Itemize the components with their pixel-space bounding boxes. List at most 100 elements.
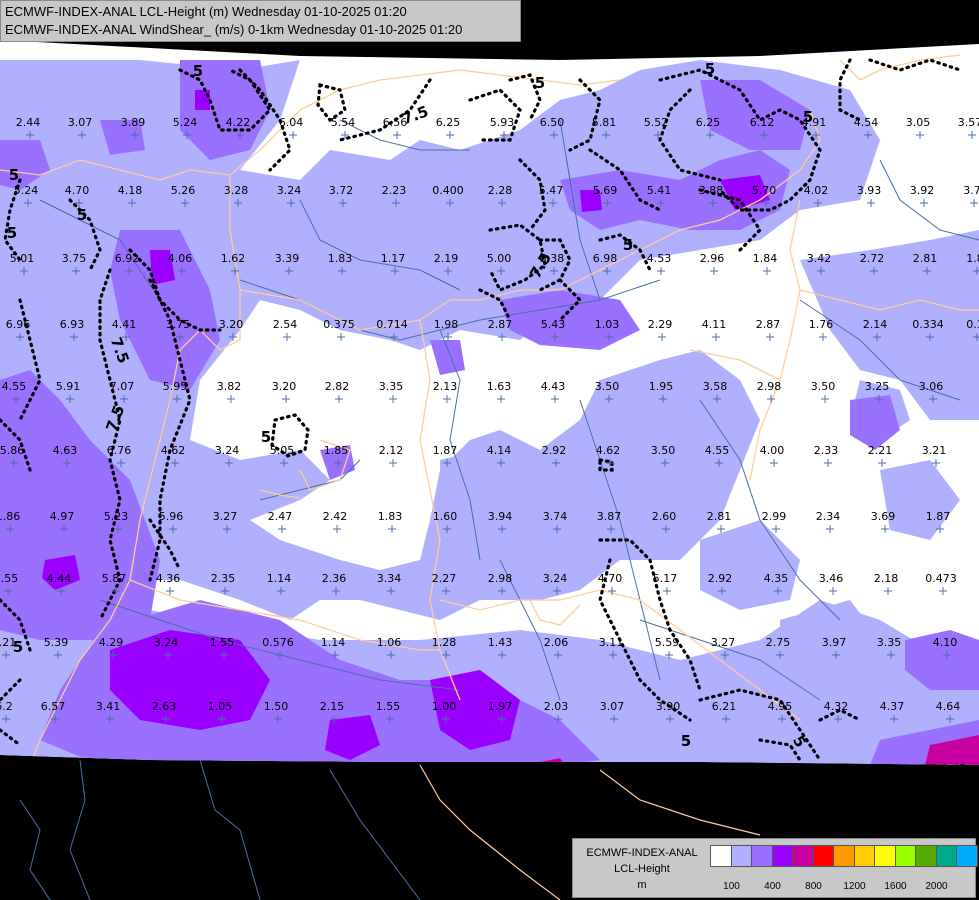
windshear-value-label: 5.43 (541, 318, 566, 331)
windshear-value-label: 4.14 (487, 444, 512, 457)
windshear-value-label: 2.27 (432, 572, 457, 585)
windshear-value-label: 0.334 (912, 318, 944, 331)
windshear-value-label: 4.53 (647, 252, 672, 265)
windshear-value-label: 6.93 (60, 318, 85, 331)
windshear-value-label: 2.14 (863, 318, 888, 331)
windshear-value-label: 0.576 (262, 636, 294, 649)
windshear-value-label: 5.91 (56, 380, 81, 393)
legend-swatch (730, 845, 753, 867)
contour-label: 5 (193, 62, 203, 80)
windshear-value-label: 2.44 (16, 116, 41, 129)
windshear-value-label: 3.24 (543, 572, 568, 585)
windshear-value-label: 5.01 (10, 252, 35, 265)
windshear-value-label: 1.05 (208, 700, 233, 713)
windshear-value-label: 2.96 (700, 252, 725, 265)
windshear-value-label: 3.35 (877, 636, 902, 649)
windshear-value-label: 3.90 (656, 700, 681, 713)
windshear-value-label: 5.41 (647, 184, 672, 197)
windshear-value-label: 5.24 (173, 116, 198, 129)
windshear-value-label: 4.70 (598, 572, 623, 585)
windshear-value-label: 3.34 (377, 572, 402, 585)
windshear-value-label: 1.95 (649, 380, 674, 393)
windshear-value-label: 3.42 (807, 252, 832, 265)
windshear-value-label: 0.400 (432, 184, 464, 197)
windshear-value-label: 3.05 (906, 116, 931, 129)
windshear-value-label: 1.83 (328, 252, 353, 265)
windshear-value-label: 2.29 (648, 318, 673, 331)
windshear-value-label: 4.32 (824, 700, 849, 713)
windshear-value-label: 4.64 (936, 700, 961, 713)
windshear-value-label: 4.55 (2, 380, 27, 393)
windshear-value-label: 2.63 (152, 700, 177, 713)
windshear-value-label: 1.55 (376, 700, 401, 713)
windshear-value-label: 3.24 (277, 184, 302, 197)
windshear-value-label: 2.21 (868, 444, 893, 457)
windshear-value-label: 4.06 (168, 252, 193, 265)
windshear-value-label: 1.00 (432, 700, 457, 713)
windshear-value-label: 4.22 (226, 116, 251, 129)
windshear-value-label: 2.19 (434, 252, 459, 265)
contour-label: 5 (77, 206, 87, 224)
windshear-value-label: 6.57 (41, 700, 66, 713)
windshear-value-label: 1.8 (966, 252, 979, 265)
legend-tick-label: 800 (805, 881, 822, 892)
windshear-value-label: 4.41 (112, 318, 137, 331)
legend-swatch (915, 845, 937, 867)
windshear-value-label: 3.89 (121, 116, 146, 129)
windshear-value-label: 1.43 (488, 636, 513, 649)
windshear-value-label: 1.28 (432, 636, 457, 649)
legend-swatch (751, 845, 773, 867)
windshear-value-label: 3.41 (96, 700, 121, 713)
windshear-value-label: 3.57 (958, 116, 979, 129)
windshear-value-label: 5.59 (655, 636, 680, 649)
windshear-value-label: 5.81 (592, 116, 617, 129)
windshear-value-label: 0.375 (323, 318, 355, 331)
windshear-value-label: 1.76 (809, 318, 834, 331)
windshear-value-label: 3.58 (703, 380, 728, 393)
windshear-value-label: 5.39 (44, 636, 69, 649)
contour-label: 5 (803, 108, 813, 126)
header-line-windshear: ECMWF-INDEX-ANAL WindShear_ (m/s) 0-1km … (5, 22, 463, 37)
legend-swatch (874, 845, 896, 867)
windshear-value-label: 3.46 (819, 572, 844, 585)
windshear-value-label: 3.07 (68, 116, 93, 129)
windshear-value-label: 5.69 (593, 184, 618, 197)
windshear-value-label: 5.23 (104, 510, 129, 523)
windshear-value-label: 2.92 (708, 572, 733, 585)
legend-swatch (833, 845, 855, 867)
windshear-value-label: 3.82 (217, 380, 242, 393)
windshear-value-label: 3.20 (272, 380, 297, 393)
windshear-value-label: 2.87 (756, 318, 781, 331)
windshear-value-label: 4.36 (156, 572, 181, 585)
windshear-value-label: 2.18 (874, 572, 899, 585)
windshear-value-label: 3.24 (154, 636, 179, 649)
windshear-value-label: 4.37 (880, 700, 905, 713)
windshear-value-label: 2.13 (433, 380, 458, 393)
legend-swatch (935, 845, 958, 867)
windshear-value-label: 6.76 (107, 444, 132, 457)
windshear-value-label: 2.87 (488, 318, 513, 331)
windshear-value-label: 2.60 (652, 510, 677, 523)
windshear-value-label: 2.98 (757, 380, 782, 393)
windshear-value-label: 0.1 (966, 318, 979, 331)
windshear-value-label: 2.06 (544, 636, 569, 649)
windshear-value-label: 5.70 (752, 184, 777, 197)
windshear-value-label: 3.75 (62, 252, 87, 265)
contour-label: 5 (7, 224, 17, 242)
windshear-value-label: 5.86 (0, 444, 24, 457)
windshear-value-label: 2.92 (542, 444, 567, 457)
windshear-value-label: 4.11 (702, 318, 727, 331)
windshear-value-label: 3.88 (699, 184, 724, 197)
windshear-value-label: 3.21 (922, 444, 947, 457)
windshear-value-label: 1.83 (378, 510, 403, 523)
windshear-value-label: 3.93 (857, 184, 882, 197)
windshear-value-label: 2.03 (544, 700, 569, 713)
windshear-value-label: 4.70 (65, 184, 90, 197)
windshear-value-label: 4.02 (804, 184, 829, 197)
windshear-value-label: 0.714 (376, 318, 408, 331)
windshear-value-label: 2.42 (323, 510, 348, 523)
windshear-value-label: 3.87 (597, 510, 622, 523)
windshear-value-label: 6.92 (115, 252, 140, 265)
legend-title-field: LCL-Height (614, 863, 670, 875)
windshear-value-label: 1.50 (264, 700, 289, 713)
